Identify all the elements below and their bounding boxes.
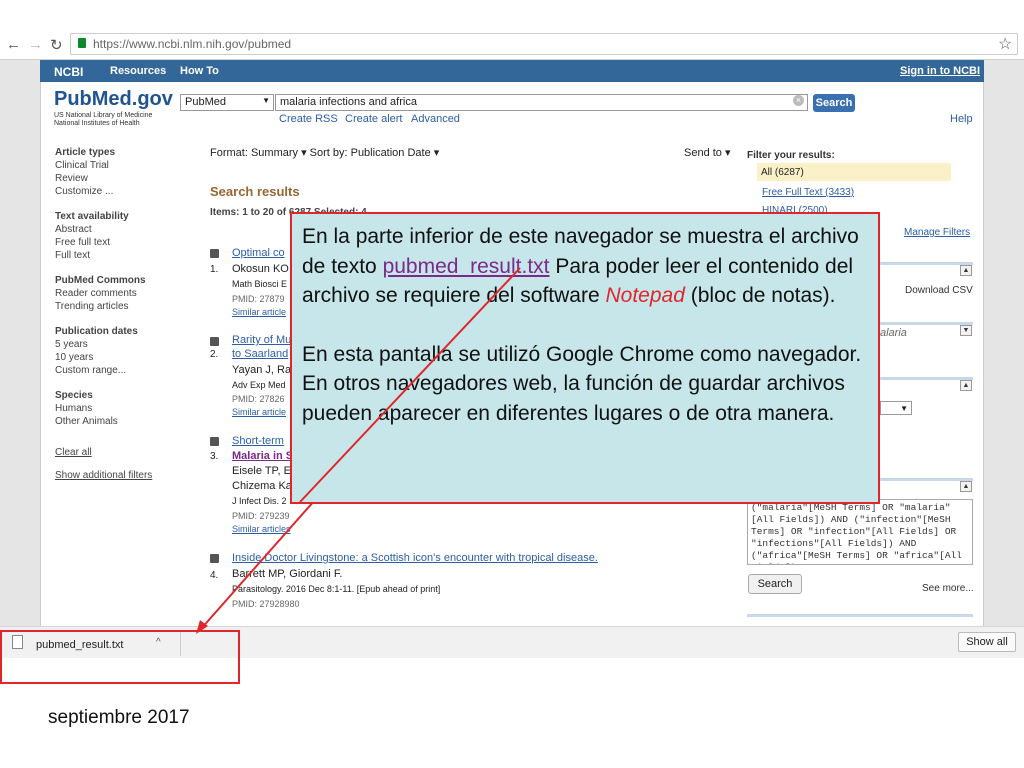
callout-paragraph-2: En esta pantalla se utilizó Google Chrom… xyxy=(302,342,862,425)
slide-footer-date: septiembre 2017 xyxy=(48,707,190,728)
callout-filename-link: pubmed_result.txt xyxy=(382,254,550,278)
callout-text: (bloc de notas). xyxy=(684,284,836,307)
callout-paragraph-1: En la parte inferior de este navegador s… xyxy=(302,222,868,311)
callout-notepad: Notepad xyxy=(605,284,685,307)
annotation-callout: En la parte inferior de este navegador s… xyxy=(290,212,880,504)
